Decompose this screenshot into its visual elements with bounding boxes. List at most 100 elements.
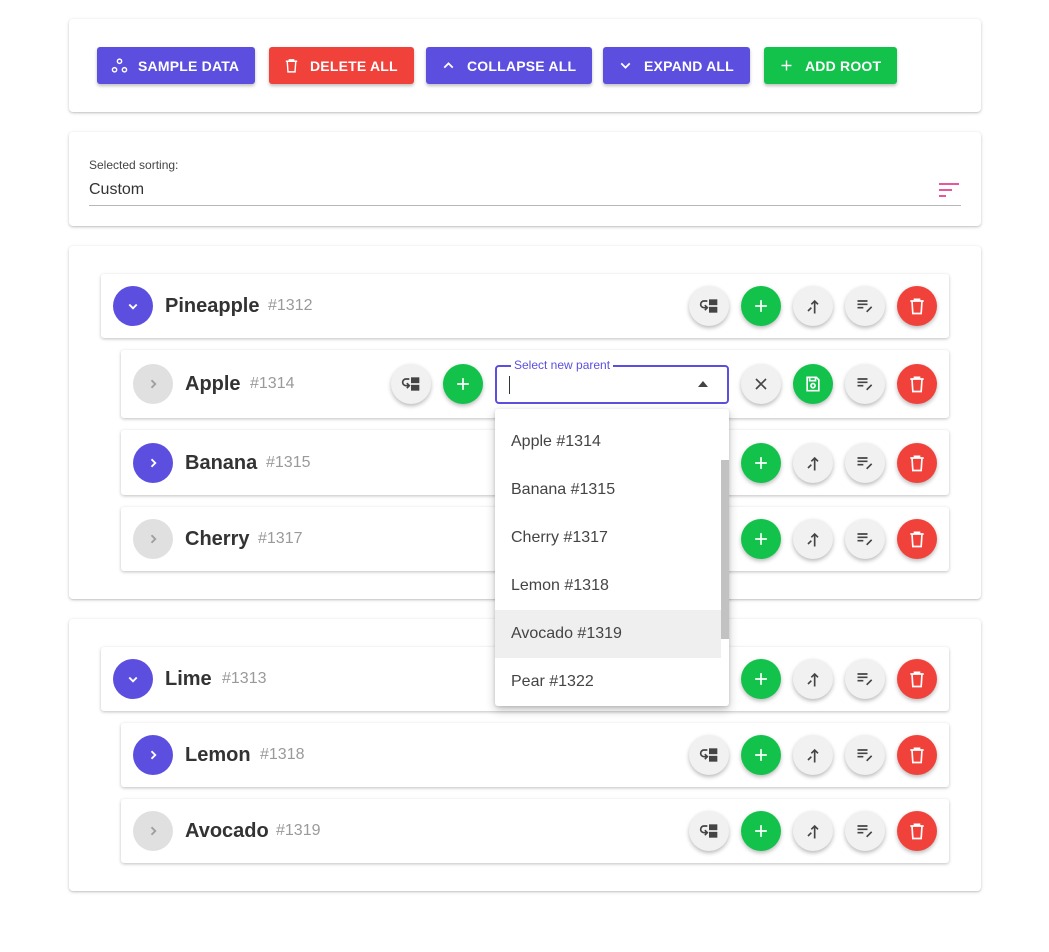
change-parent-button[interactable]: [689, 286, 729, 326]
move-icon: [699, 824, 718, 838]
delete-button[interactable]: [897, 364, 937, 404]
reorder-button[interactable]: [793, 811, 833, 851]
delete-button[interactable]: [897, 519, 937, 559]
add-child-button[interactable]: [741, 659, 781, 699]
plus-icon: [755, 457, 767, 469]
change-parent-button[interactable]: [689, 811, 729, 851]
node-name: Banana: [185, 452, 258, 474]
reorder-button[interactable]: [793, 443, 833, 483]
close-icon: [755, 378, 767, 390]
expand-all-button[interactable]: EXPAND ALL: [603, 47, 750, 84]
chevron-right-icon: [150, 379, 157, 389]
option-item[interactable]: Banana #1315: [495, 466, 721, 514]
node-name: Avocado: [185, 820, 269, 842]
edit-button[interactable]: [845, 519, 885, 559]
change-parent-button[interactable]: [689, 735, 729, 775]
sample-data-label: SAMPLE DATA: [138, 57, 240, 74]
reorder-button[interactable]: [793, 659, 833, 699]
trash-icon: [910, 671, 924, 688]
delete-button[interactable]: [897, 659, 937, 699]
trash-icon: [910, 531, 924, 548]
edit-button[interactable]: [845, 286, 885, 326]
delete-button[interactable]: [897, 735, 937, 775]
edit-button[interactable]: [845, 443, 885, 483]
chevron-down-icon: [128, 303, 138, 310]
node-id: #1318: [260, 746, 305, 763]
collapse-all-label: COLLAPSE ALL: [467, 57, 577, 74]
edit-icon: [857, 300, 873, 313]
reorder-icon: [807, 824, 819, 839]
add-child-button[interactable]: [741, 735, 781, 775]
option-item[interactable]: Pear #1322: [495, 658, 721, 706]
plus-icon: [781, 60, 792, 71]
edit-button[interactable]: [845, 364, 885, 404]
expand-all-label: EXPAND ALL: [644, 57, 734, 74]
plus-icon: [755, 825, 767, 837]
scrollbar[interactable]: [721, 460, 729, 639]
plus-icon: [755, 749, 767, 761]
chevron-right-icon: [150, 826, 157, 836]
option-item-highlighted[interactable]: Avocado #1319: [495, 610, 721, 658]
collapse-toggle-button[interactable]: [113, 286, 153, 326]
collapse-all-button[interactable]: COLLAPSE ALL: [426, 47, 593, 84]
reorder-icon: [807, 456, 819, 471]
node-name: Cherry: [185, 528, 250, 550]
sort-icon[interactable]: [939, 182, 959, 198]
node-id: #1313: [222, 670, 267, 687]
change-parent-button[interactable]: [391, 364, 431, 404]
edit-icon: [857, 457, 873, 470]
delete-button[interactable]: [897, 443, 937, 483]
reorder-icon: [807, 299, 819, 314]
add-child-button[interactable]: [741, 519, 781, 559]
node-id: #1319: [276, 822, 321, 839]
node-name: Lime: [165, 668, 212, 690]
add-child-button[interactable]: [741, 443, 781, 483]
save-button[interactable]: [793, 364, 833, 404]
node-name: Apple: [185, 373, 241, 395]
sorting-select[interactable]: Custom: [89, 181, 144, 199]
add-child-button[interactable]: [741, 286, 781, 326]
edit-button[interactable]: [845, 659, 885, 699]
chevron-right-icon: [150, 458, 157, 468]
reorder-button[interactable]: [793, 286, 833, 326]
sorting-card: Selected sorting: Custom: [69, 132, 981, 226]
expand-toggle-button[interactable]: [133, 735, 173, 775]
expand-toggle-button[interactable]: [133, 519, 173, 559]
edit-button[interactable]: [845, 735, 885, 775]
delete-all-label: DELETE ALL: [310, 57, 398, 74]
chevron-down-icon: [128, 676, 138, 683]
expand-toggle-button[interactable]: [133, 443, 173, 483]
add-child-button[interactable]: [443, 364, 483, 404]
add-root-label: ADD ROOT: [805, 57, 882, 74]
trash-icon: [910, 823, 924, 840]
save-icon: [806, 376, 820, 392]
node-id: #1315: [266, 454, 311, 471]
node-id: #1314: [250, 375, 295, 392]
plus-icon: [457, 378, 469, 390]
delete-button[interactable]: [897, 286, 937, 326]
cancel-button[interactable]: [741, 364, 781, 404]
add-child-button[interactable]: [741, 811, 781, 851]
expand-toggle-button[interactable]: [133, 811, 173, 851]
reorder-button[interactable]: [793, 735, 833, 775]
chevron-right-icon: [150, 534, 157, 544]
arrow-up-icon[interactable]: [698, 380, 708, 388]
plus-icon: [755, 533, 767, 545]
add-root-button[interactable]: ADD ROOT: [764, 47, 898, 84]
option-item[interactable]: Cherry #1317: [495, 514, 721, 562]
option-item[interactable]: Apple #1314: [495, 418, 721, 466]
reorder-icon: [807, 748, 819, 763]
delete-all-button[interactable]: DELETE ALL: [269, 47, 414, 84]
move-icon: [401, 377, 420, 391]
node-name: Pineapple: [165, 295, 260, 317]
node-id: #1312: [268, 297, 313, 314]
toolbar-card: SAMPLE DATA DELETE ALL COLLAPSE ALL EXPA…: [69, 19, 981, 112]
reorder-button[interactable]: [793, 519, 833, 559]
delete-button[interactable]: [897, 811, 937, 851]
collapse-toggle-button[interactable]: [113, 659, 153, 699]
option-item[interactable]: Lemon #1318: [495, 562, 721, 610]
expand-toggle-button[interactable]: [133, 364, 173, 404]
edit-button[interactable]: [845, 811, 885, 851]
plus-icon: [755, 673, 767, 685]
sample-data-button[interactable]: SAMPLE DATA: [97, 47, 256, 84]
